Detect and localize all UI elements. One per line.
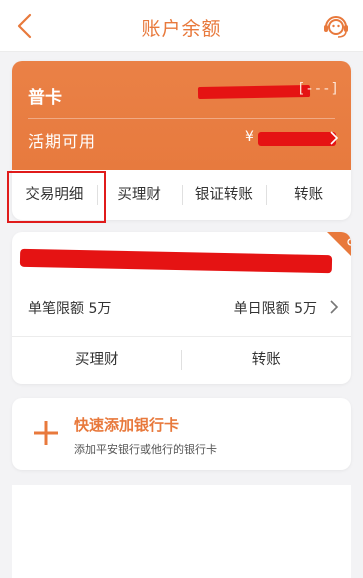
account-card-header[interactable]: 普卡 [---] 活期可用 ¥: [12, 61, 351, 170]
page-title: 账户余额: [141, 18, 222, 40]
chevron-right-icon[interactable]: [329, 130, 339, 146]
highlight-annotation: [7, 171, 106, 223]
empty-panel: [12, 485, 351, 578]
buy-wealth-button[interactable]: 买理财: [96, 170, 182, 220]
card-type-label: 普卡: [28, 88, 62, 108]
transfer-button[interactable]: 转账: [266, 170, 351, 220]
daily-limit: 单日限额 5万: [233, 301, 317, 317]
bank-securities-transfer-button[interactable]: 银证转账: [181, 170, 267, 220]
plus-icon: [34, 421, 58, 445]
buy-wealth-button[interactable]: 买理财: [12, 336, 182, 384]
divider: [28, 118, 335, 119]
add-card-subtitle: 添加平安银行或他行的银行卡: [74, 443, 217, 456]
currency-symbol: ¥: [245, 129, 254, 145]
single-limit: 单笔限额 5万: [28, 301, 112, 317]
redaction-mark: [197, 85, 311, 99]
limit-row[interactable]: 单笔限额 5万 单日限额 5万: [28, 292, 339, 322]
redaction-mark: [258, 132, 336, 146]
transfer-button[interactable]: 转账: [182, 336, 352, 384]
chevron-right-icon[interactable]: [329, 299, 339, 315]
customer-service-icon[interactable]: [321, 11, 351, 41]
balance-label: 活期可用: [28, 132, 97, 151]
bank-card: 单笔限额 5万 单日限额 5万 买理财 转账: [12, 232, 351, 384]
add-bank-card-button[interactable]: 快速添加银行卡 添加平安银行或他行的银行卡: [12, 398, 351, 470]
redaction-mark: [19, 248, 333, 274]
card-number: [---]: [296, 81, 339, 97]
add-card-title: 快速添加银行卡: [74, 416, 180, 434]
top-bar: 账户余额: [0, 0, 363, 52]
